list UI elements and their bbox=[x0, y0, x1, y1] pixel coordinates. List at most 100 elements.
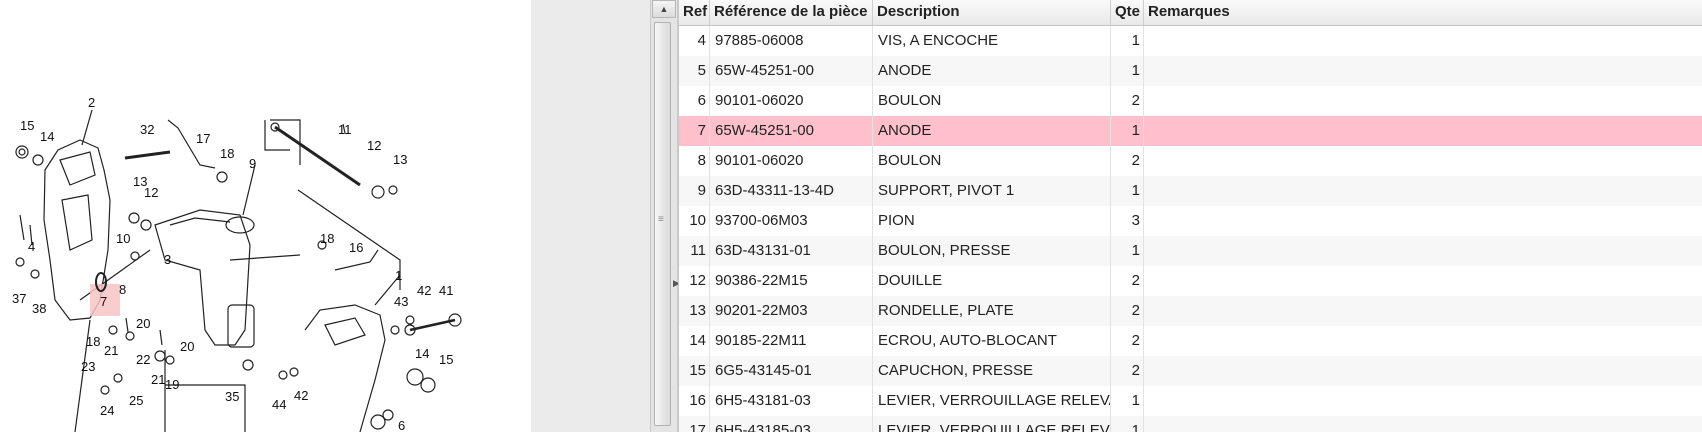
column-header-description[interactable]: Description bbox=[873, 0, 1111, 25]
description-cell: ANODE bbox=[873, 56, 1111, 86]
callout-14[interactable]: 14 bbox=[40, 129, 54, 144]
table-row[interactable]: 12 90386-22M15 DOUILLE 2 bbox=[679, 266, 1702, 296]
callout-20[interactable]: 20 bbox=[136, 316, 150, 331]
quantity-cell: 2 bbox=[1111, 146, 1144, 176]
callout-37[interactable]: 37 bbox=[12, 291, 26, 306]
table-row[interactable]: 6 90101-06020 BOULON 2 bbox=[679, 86, 1702, 116]
callout-11[interactable]: 11 bbox=[338, 122, 352, 137]
callout-25[interactable]: 25 bbox=[129, 393, 143, 408]
callout-18[interactable]: 18 bbox=[86, 334, 100, 349]
description-cell: BOULON bbox=[873, 146, 1111, 176]
part-number-cell: 6H5-43185-03 bbox=[710, 416, 873, 432]
callout-44[interactable]: 44 bbox=[272, 397, 286, 412]
quantity-cell: 1 bbox=[1111, 236, 1144, 266]
ref-cell: 10 bbox=[679, 206, 710, 236]
callout-4[interactable]: 4 bbox=[28, 239, 35, 254]
remarks-cell bbox=[1144, 86, 1702, 116]
callout-23[interactable]: 23 bbox=[81, 359, 95, 374]
ref-cell: 11 bbox=[679, 236, 710, 266]
callout-20[interactable]: 20 bbox=[180, 339, 194, 354]
part-number-cell: 97885-06008 bbox=[710, 26, 873, 56]
callout-13[interactable]: 13 bbox=[393, 152, 407, 167]
quantity-cell: 2 bbox=[1111, 356, 1144, 386]
description-cell: BOULON, PRESSE bbox=[873, 236, 1111, 266]
callout-32[interactable]: 32 bbox=[140, 122, 154, 137]
remarks-cell bbox=[1144, 146, 1702, 176]
ref-cell: 9 bbox=[679, 176, 710, 206]
callout-43[interactable]: 43 bbox=[394, 294, 408, 309]
description-cell: DOUILLE bbox=[873, 266, 1111, 296]
pane-splitter[interactable]: ▲ ≡ ▶ bbox=[650, 0, 680, 432]
ref-cell: 16 bbox=[679, 386, 710, 416]
part-number-cell: 90101-06020 bbox=[710, 86, 873, 116]
description-cell: SUPPORT, PIVOT 1 bbox=[873, 176, 1111, 206]
callout-41[interactable]: 41 bbox=[439, 283, 453, 298]
table-row[interactable]: 9 63D-43311-13-4D SUPPORT, PIVOT 11 bbox=[679, 176, 1702, 206]
table-row[interactable]: 4 97885-06008 VIS, A ENCOCHE 1 bbox=[679, 26, 1702, 56]
quantity-cell: 1 bbox=[1111, 116, 1144, 146]
callout-10[interactable]: 10 bbox=[116, 231, 130, 246]
table-row[interactable]: 14 90185-22M11 ECROU, AUTO-BLOCANT 2 bbox=[679, 326, 1702, 356]
quantity-cell: 1 bbox=[1111, 176, 1144, 206]
callout-22[interactable]: 22 bbox=[136, 352, 150, 367]
callout-21[interactable]: 21 bbox=[104, 343, 118, 358]
callout-6[interactable]: 6 bbox=[398, 418, 405, 432]
ref-cell: 7 bbox=[679, 116, 710, 146]
part-number-cell: 6G5-43145-01 bbox=[710, 356, 873, 386]
callout-14[interactable]: 14 bbox=[415, 346, 429, 361]
callout-21[interactable]: 21 bbox=[151, 372, 165, 387]
callout-2[interactable]: 2 bbox=[88, 95, 95, 110]
column-header-part-number[interactable]: Référence de la pièce bbox=[710, 0, 873, 25]
remarks-cell bbox=[1144, 176, 1702, 206]
ref-cell: 14 bbox=[679, 326, 710, 356]
callout-24[interactable]: 24 bbox=[100, 403, 114, 418]
quantity-cell: 2 bbox=[1111, 296, 1144, 326]
callout-35[interactable]: 35 bbox=[225, 389, 239, 404]
callout-8[interactable]: 8 bbox=[119, 282, 126, 297]
remarks-cell bbox=[1144, 296, 1702, 326]
scroll-up-arrow-icon[interactable]: ▲ bbox=[652, 0, 676, 18]
callout-19[interactable]: 19 bbox=[165, 377, 179, 392]
callout-12[interactable]: 12 bbox=[144, 185, 158, 200]
callout-15[interactable]: 15 bbox=[439, 352, 453, 367]
column-header-quantity[interactable]: Qte bbox=[1111, 0, 1144, 25]
remarks-cell bbox=[1144, 206, 1702, 236]
pane-gap bbox=[531, 0, 650, 432]
remarks-cell bbox=[1144, 326, 1702, 356]
table-row[interactable]: 5 65W-45251-00 ANODE 1 bbox=[679, 56, 1702, 86]
table-row[interactable]: 17 6H5-43185-03 LEVIER, VERROUILLAGE RELEV… bbox=[679, 416, 1702, 432]
remarks-cell bbox=[1144, 356, 1702, 386]
callout-16[interactable]: 16 bbox=[349, 240, 363, 255]
column-header-ref[interactable]: Ref bbox=[679, 0, 710, 25]
description-cell: CAPUCHON, PRESSE bbox=[873, 356, 1111, 386]
table-row[interactable]: 8 90101-06020 BOULON 2 bbox=[679, 146, 1702, 176]
callout-42[interactable]: 42 bbox=[417, 283, 431, 298]
callout-12[interactable]: 12 bbox=[367, 138, 381, 153]
callout-9[interactable]: 9 bbox=[249, 156, 256, 171]
quantity-cell: 2 bbox=[1111, 86, 1144, 116]
callout-1[interactable]: 1 bbox=[395, 268, 402, 283]
callout-15[interactable]: 15 bbox=[20, 118, 34, 133]
callout-42[interactable]: 42 bbox=[294, 388, 308, 403]
part-number-cell: 65W-45251-00 bbox=[710, 56, 873, 86]
table-row[interactable]: 11 63D-43131-01 BOULON, PRESSE 1 bbox=[679, 236, 1702, 266]
splitter-grip-icon[interactable]: ≡ bbox=[658, 215, 664, 225]
table-row[interactable]: 10 93700-06M03 PION 3 bbox=[679, 206, 1702, 236]
callout-38[interactable]: 38 bbox=[32, 301, 46, 316]
callout-17[interactable]: 17 bbox=[196, 131, 210, 146]
callout-7[interactable]: 7 bbox=[100, 294, 107, 309]
description-cell: BOULON bbox=[873, 86, 1111, 116]
table-row[interactable]: 13 90201-22M03 RONDELLE, PLATE 2 bbox=[679, 296, 1702, 326]
callout-18[interactable]: 18 bbox=[320, 231, 334, 246]
part-number-cell: 90101-06020 bbox=[710, 146, 873, 176]
description-cell: PION bbox=[873, 206, 1111, 236]
table-row[interactable]: 16 6H5-43181-03 LEVIER, VERROUILLAGE RELEV… bbox=[679, 386, 1702, 416]
callout-3[interactable]: 3 bbox=[164, 252, 171, 267]
column-header-remarks[interactable]: Remarques bbox=[1144, 0, 1702, 25]
callout-18[interactable]: 18 bbox=[220, 146, 234, 161]
parts-grid[interactable]: Ref Référence de la pièce Description Qt… bbox=[678, 0, 1702, 432]
grid-header: Ref Référence de la pièce Description Qt… bbox=[679, 0, 1702, 26]
table-row[interactable]: 15 6G5-43145-01 CAPUCHON, PRESSE 2 bbox=[679, 356, 1702, 386]
exploded-parts-diagram[interactable]: 2 15 14 32 17 18 9 11 12 13 13 12 4 10 3 18 16 1 7 8 37 38 43 4… bbox=[0, 0, 531, 432]
table-row-selected[interactable]: 7 65W-45251-00 ANODE 1 bbox=[679, 116, 1702, 146]
